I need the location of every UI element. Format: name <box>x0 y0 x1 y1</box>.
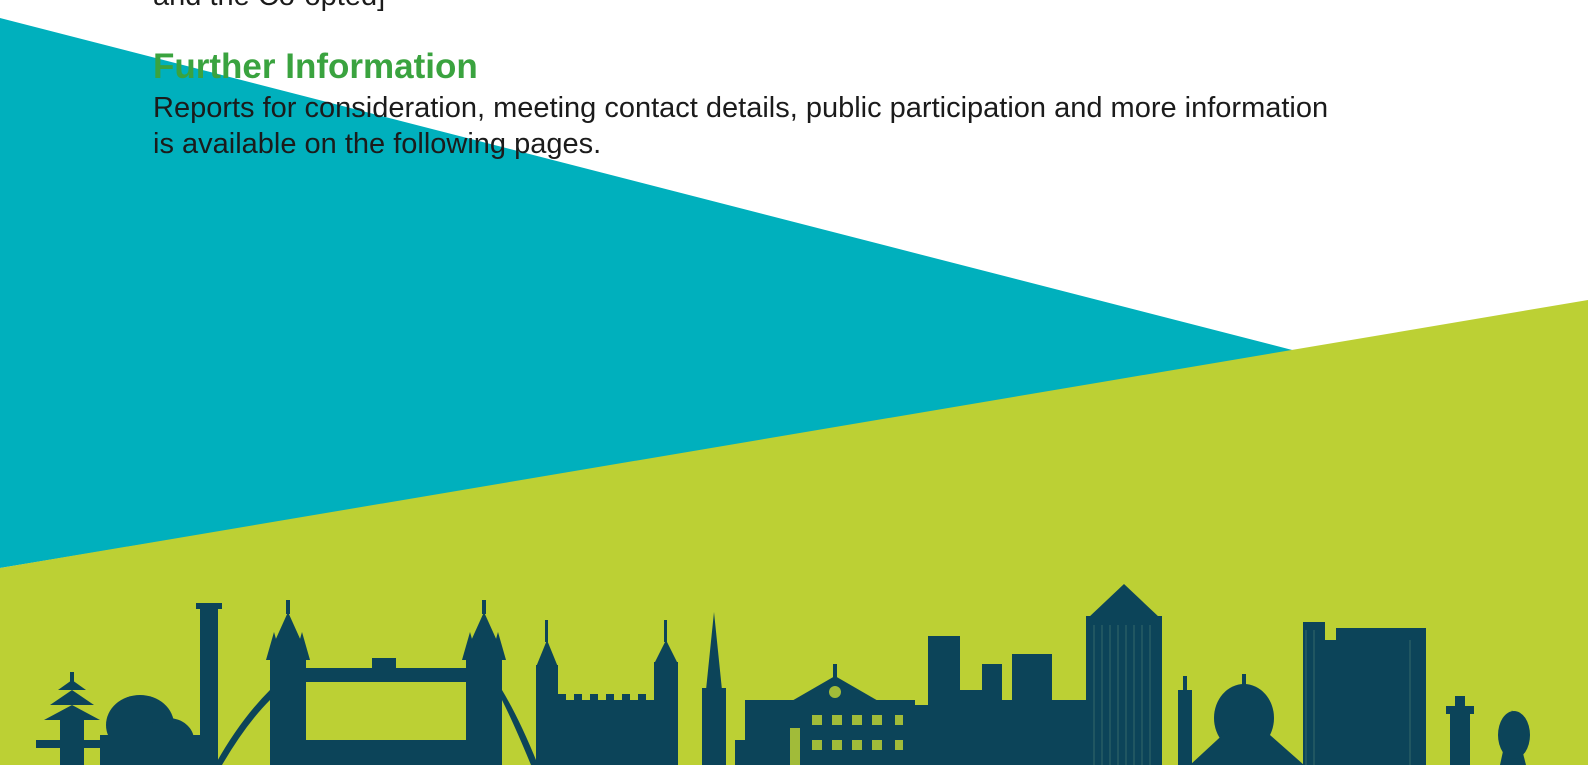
section-heading: Further Information <box>153 47 478 86</box>
body-paragraph: Reports for consideration, meeting conta… <box>153 92 1329 160</box>
document-page: and the Co-opted] Further Information Re… <box>0 0 1588 765</box>
truncated-text-line: and the Co-opted] <box>153 0 385 14</box>
